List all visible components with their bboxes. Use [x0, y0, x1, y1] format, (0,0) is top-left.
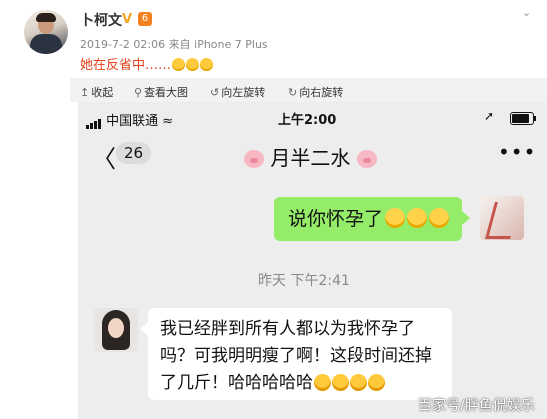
- level-badge: 6: [138, 12, 152, 26]
- message-text: 我已经胖到所有人都以为我怀孕了吗？可我明明瘦了啊！这段时间还掉了几斤！哈哈哈哈哈: [160, 319, 432, 393]
- sweat-emoji-icon: [385, 208, 406, 228]
- chat-navbar: 〈 26 月半二水 •••: [78, 132, 547, 180]
- verified-badge: V: [122, 12, 133, 27]
- laugh-cry-emoji-icon: [314, 374, 331, 391]
- rotate-right-button[interactable]: ↻ 向右旋转: [288, 84, 343, 100]
- laugh-cry-emoji-icon: [332, 374, 349, 391]
- back-icon: 〈: [92, 145, 116, 173]
- rotate-left-icon: ↺: [210, 86, 220, 99]
- collapse-arrow-icon: ↥: [80, 86, 90, 99]
- view-large-button[interactable]: ⚲ 查看大图: [134, 84, 188, 100]
- laugh-cry-emoji-icon: [200, 58, 214, 71]
- carrier-info: 中国联通 ≈: [86, 110, 173, 129]
- collapse-button[interactable]: ↥ 收起: [80, 84, 113, 100]
- carrier-name: 中国联通: [106, 114, 159, 129]
- battery-icon: [510, 112, 536, 125]
- wifi-icon: ≈: [162, 114, 174, 129]
- magnifier-icon: ⚲: [134, 86, 143, 99]
- status-bar: 中国联通 ≈ 上午2:00 ➚: [78, 102, 547, 132]
- laugh-cry-emoji-icon: [172, 58, 186, 71]
- chevron-down-icon[interactable]: ⌄: [522, 6, 531, 19]
- status-time: 上午2:00: [278, 113, 337, 128]
- message-text: 说你怀孕了: [288, 208, 384, 230]
- sweat-emoji-icon: [407, 208, 428, 228]
- contact-avatar: [94, 308, 138, 352]
- chat-title: 月半二水: [244, 142, 377, 171]
- chat-screenshot[interactable]: 中国联通 ≈ 上午2:00 ➚ 〈 26 月半二水 ••• 说你怀孕了 昨天 下…: [78, 102, 547, 419]
- rotate-left-button[interactable]: ↺ 向左旋转: [210, 84, 265, 100]
- post-text-content: 她在反省中……: [80, 58, 172, 73]
- post-source: 来自 iPhone 7 Plus: [168, 38, 268, 51]
- location-icon: ➚: [484, 109, 495, 123]
- unread-count-badge: 26: [116, 142, 152, 164]
- watermark: 百家号/胖鱼侃娱乐: [418, 398, 535, 414]
- post-meta: 2019-7-2 02:06 来自 iPhone 7 Plus: [80, 36, 268, 52]
- outgoing-message-bubble: 说你怀孕了: [274, 197, 470, 241]
- laugh-cry-emoji-icon: [186, 58, 200, 71]
- pig-emoji-icon: [244, 150, 264, 168]
- author-name[interactable]: 卜柯文: [80, 10, 122, 30]
- post-timestamp[interactable]: 2019-7-2 02:06: [80, 38, 165, 51]
- signal-icon: [86, 114, 102, 129]
- author-avatar[interactable]: [24, 10, 68, 54]
- pig-emoji-icon: [356, 150, 377, 168]
- laugh-cry-emoji-icon: [350, 374, 367, 391]
- incoming-message-bubble: 我已经胖到所有人都以为我怀孕了吗？可我明明瘦了啊！这段时间还掉了几斤！哈哈哈哈哈: [140, 308, 452, 400]
- post-text: 她在反省中……: [80, 54, 214, 73]
- rotate-right-icon: ↻: [288, 86, 298, 99]
- contact-name: 月半二水: [270, 146, 351, 170]
- message-timestamp: 昨天 下午2:41: [258, 273, 350, 289]
- sweat-emoji-icon: [429, 208, 450, 228]
- more-icon: •••: [498, 140, 537, 164]
- laugh-cry-emoji-icon: [368, 374, 385, 391]
- self-avatar: [480, 196, 524, 240]
